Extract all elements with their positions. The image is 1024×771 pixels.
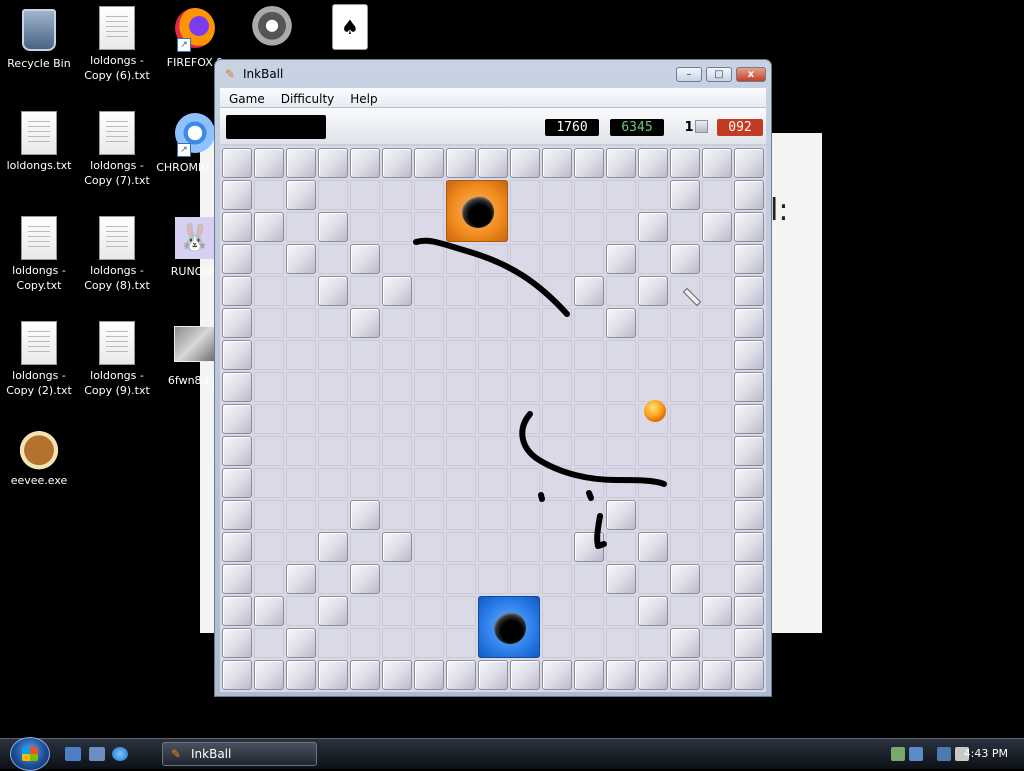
game-board[interactable] [220, 146, 766, 692]
text-file-icon [95, 6, 139, 50]
ink-strokes [413, 237, 667, 549]
desktop-icon-label: loldongs - Copy (6).txt [84, 54, 150, 82]
solitaire-app-icon[interactable]: ♠ [332, 4, 368, 50]
desktop-icon[interactable]: loldongs - Copy.txt [0, 216, 78, 293]
inkball-app-icon: ✎ [225, 67, 236, 81]
desktop-icon[interactable]: loldongs - Copy (6).txt [78, 6, 156, 83]
ink-stroke [413, 237, 570, 317]
desktop-icon[interactable]: loldongs - Copy (8).txt [78, 216, 156, 293]
system-tray: 4:43 PM [869, 739, 1024, 769]
recycle-bin-icon [17, 9, 61, 53]
high-score-display: 6345 [610, 119, 664, 136]
switch-windows-icon[interactable] [89, 747, 105, 761]
show-desktop-icon[interactable] [65, 747, 81, 761]
close-button[interactable]: x [736, 67, 766, 82]
taskbar: ✎ InkBall 4:43 PM [0, 737, 1024, 771]
menu-difficulty[interactable]: Difficulty [272, 90, 342, 106]
minimize-button[interactable]: – [676, 67, 702, 82]
text-file-icon [17, 321, 61, 365]
inkball-window[interactable]: ✎ InkBall – □ x Game Difficulty Help 1760 … [214, 59, 772, 697]
menu-game[interactable]: Game [220, 90, 272, 106]
desktop-icon-label: loldongs - Copy.txt [12, 264, 66, 292]
window-title: InkBall [243, 67, 284, 81]
menu-help[interactable]: Help [341, 90, 384, 106]
maximize-button[interactable]: □ [706, 67, 732, 82]
text-file-icon [95, 321, 139, 365]
desktop-icon-label: loldongs - Copy (7).txt [84, 159, 150, 187]
network-activity-icon[interactable] [909, 747, 923, 761]
eevee-icon [17, 426, 61, 470]
score-bar: 1760 6345 1 092 [220, 108, 766, 144]
desktop-icon[interactable]: loldongs - Copy (2).txt [0, 321, 78, 398]
chromium-icon: ↗ [173, 113, 217, 157]
desktop-icon[interactable]: loldongs - Copy (7).txt [78, 111, 156, 188]
desktop-icon-label: loldongs - Copy (8).txt [84, 264, 150, 292]
firefox-icon: ↗ [173, 8, 217, 52]
raccoon-app-icon[interactable] [250, 6, 294, 50]
clock[interactable]: 4:43 PM [964, 747, 1008, 760]
inkball-task-icon: ✎ [171, 747, 182, 761]
message-display [226, 115, 326, 139]
text-file-icon [17, 216, 61, 260]
background-window-glyph: l: [770, 193, 789, 228]
ink-stroke [519, 411, 667, 487]
text-file-icon [17, 111, 61, 155]
desktop-icon-label: loldongs.txt [6, 159, 72, 172]
desktop-icon[interactable]: eevee.exe [0, 426, 78, 488]
desktop-icon[interactable]: loldongs.txt [0, 111, 78, 173]
ink-stroke [594, 513, 607, 549]
time-display: 092 [717, 119, 763, 136]
title-bar[interactable]: ✎ InkBall – □ x [215, 60, 771, 88]
network-icon[interactable] [891, 747, 905, 761]
taskbar-inkball-button[interactable]: ✎ InkBall [162, 742, 317, 766]
image-file-icon [173, 326, 217, 370]
menu-bar: Game Difficulty Help [220, 88, 766, 108]
ink-stroke [538, 492, 545, 502]
desktop-icon-label: loldongs - Copy (2).txt [6, 369, 72, 397]
score-display: 1760 [545, 119, 599, 136]
start-button[interactable] [10, 737, 50, 771]
taskbar-inkball-label: InkBall [191, 747, 232, 761]
text-file-icon [95, 111, 139, 155]
orange-ball [644, 400, 666, 422]
desktop-icon-label: eevee.exe [10, 474, 68, 487]
ink-stroke [586, 490, 594, 501]
internet-explorer-icon[interactable] [112, 747, 128, 761]
text-file-icon [95, 216, 139, 260]
display-icon[interactable] [937, 747, 951, 761]
ball-counter-icon [695, 120, 708, 133]
desktop-icon-label: loldongs - Copy (9).txt [84, 369, 150, 397]
bunny-icon: 🐰 [173, 217, 217, 261]
desktop-icon[interactable]: Recycle Bin [0, 6, 78, 71]
desktop-icon[interactable]: loldongs - Copy (9).txt [78, 321, 156, 398]
desktop-icon-label: Recycle Bin [7, 57, 71, 70]
